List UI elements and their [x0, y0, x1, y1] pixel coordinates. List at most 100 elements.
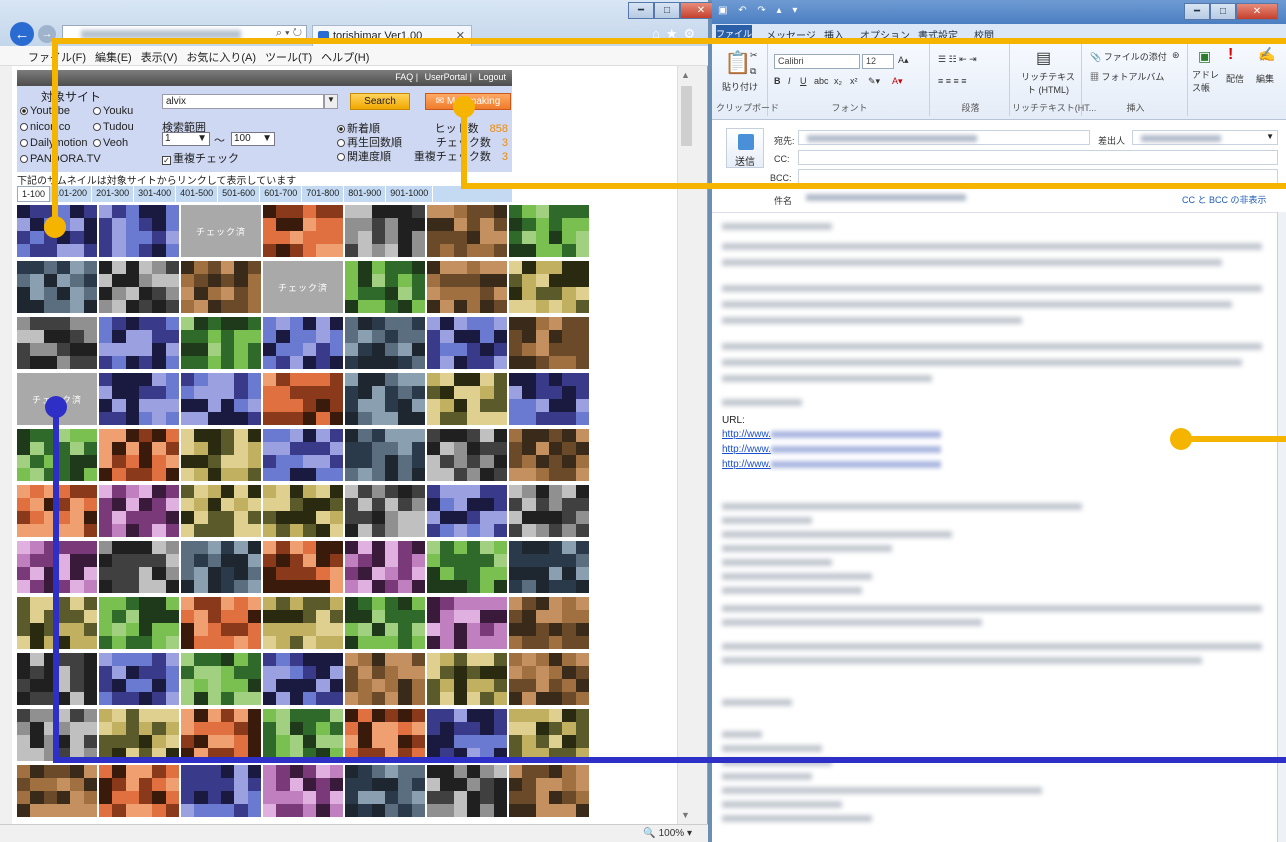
menu-view[interactable]: 表示(V) [141, 49, 178, 65]
page-tab[interactable]: 801-900 [344, 186, 387, 202]
video-thumbnail[interactable] [181, 541, 261, 593]
video-thumbnail[interactable] [99, 261, 179, 313]
video-thumbnail[interactable] [263, 205, 343, 257]
video-thumbnail[interactable] [181, 373, 261, 425]
richtext-icon[interactable]: ▤ [1036, 48, 1051, 68]
video-thumbnail[interactable] [99, 429, 179, 481]
video-thumbnail[interactable] [263, 373, 343, 425]
video-thumbnail[interactable] [17, 317, 97, 369]
video-thumbnail[interactable] [345, 709, 425, 761]
hide-cc-bcc-link[interactable]: CC と BCC の非表示 [1182, 193, 1267, 206]
video-thumbnail[interactable] [427, 205, 507, 257]
page-tab[interactable]: 401-500 [176, 186, 219, 202]
subscript-icon[interactable]: x₂ [834, 76, 842, 86]
video-thumbnail[interactable] [181, 429, 261, 481]
video-thumbnail[interactable] [99, 709, 179, 761]
edit-button[interactable]: 編集 [1256, 72, 1274, 85]
video-thumbnail[interactable] [427, 317, 507, 369]
address-book-button[interactable]: アドレス帳 [1192, 68, 1222, 94]
video-thumbnail[interactable] [345, 485, 425, 537]
thumbnail-checked[interactable]: チェック済 [263, 261, 343, 313]
page-tab[interactable]: 901-1000 [386, 186, 434, 202]
video-thumbnail[interactable] [263, 709, 343, 761]
keyword-input[interactable]: alvix [162, 94, 324, 109]
photo-album-button[interactable]: ▦ フォトアルバム [1090, 70, 1164, 83]
video-thumbnail[interactable] [509, 429, 589, 481]
richtext-button[interactable]: リッチテキスト (HTML) [1018, 70, 1078, 96]
mail-scrollbar[interactable] [1277, 212, 1286, 842]
bcc-field[interactable] [798, 169, 1278, 184]
video-thumbnail[interactable] [345, 653, 425, 705]
send-button[interactable]: 送信 [726, 128, 764, 168]
video-thumbnail[interactable] [509, 317, 589, 369]
subject-field[interactable] [798, 190, 1174, 205]
mail-close-button[interactable]: ✕ [1236, 3, 1278, 20]
video-thumbnail[interactable] [181, 765, 261, 817]
video-thumbnail[interactable] [509, 709, 589, 761]
font-size-select[interactable]: 12 [862, 54, 894, 69]
radio-pandoratv[interactable]: PANDORA.TV [20, 153, 101, 165]
video-thumbnail[interactable] [99, 597, 179, 649]
video-thumbnail[interactable] [509, 597, 589, 649]
infringing-link-2[interactable]: http://www. [722, 444, 941, 455]
video-thumbnail[interactable] [509, 261, 589, 313]
video-thumbnail[interactable] [99, 653, 179, 705]
menu-favorites[interactable]: お気に入り(A) [186, 49, 256, 65]
video-thumbnail[interactable] [427, 429, 507, 481]
menu-edit[interactable]: 編集(E) [95, 49, 132, 65]
video-thumbnail[interactable] [99, 317, 179, 369]
video-thumbnail[interactable] [181, 317, 261, 369]
superscript-icon[interactable]: x² [850, 76, 858, 86]
video-thumbnail[interactable] [345, 429, 425, 481]
video-thumbnail[interactable] [99, 765, 179, 817]
edit-icon[interactable]: ✍ [1258, 46, 1275, 63]
page-tab[interactable]: 301-400 [134, 186, 177, 202]
highlight-icon[interactable]: ✎▾ [868, 76, 880, 87]
range-from-select[interactable]: 1 ▼ [162, 132, 210, 146]
thumbnail-checked[interactable]: チェック済 [181, 205, 261, 257]
video-thumbnail[interactable] [427, 373, 507, 425]
scroll-down-icon[interactable]: ▼ [681, 810, 690, 820]
address-book-icon[interactable]: ▣ [1198, 48, 1211, 65]
video-thumbnail[interactable] [263, 653, 343, 705]
sort-relevance[interactable]: 関連度順 [337, 148, 391, 164]
video-thumbnail[interactable] [427, 485, 507, 537]
from-field[interactable]: ▼ [1132, 130, 1278, 145]
italic-icon[interactable]: I [788, 76, 791, 86]
cut-icon[interactable]: ✂ [750, 50, 758, 61]
font-color-icon[interactable]: A▾ [892, 76, 903, 87]
video-thumbnail[interactable] [427, 709, 507, 761]
mail-body[interactable]: URL: http://www. http://www. http://www. [712, 212, 1277, 842]
page-tab[interactable]: 1-100 [17, 186, 51, 202]
logout-link[interactable]: Logout [478, 72, 506, 82]
infringing-link-1[interactable]: http://www. [722, 429, 941, 440]
back-button[interactable]: ← [10, 22, 34, 46]
video-thumbnail[interactable] [345, 261, 425, 313]
video-thumbnail[interactable] [427, 597, 507, 649]
font-grow-icon[interactable]: A▴ [898, 55, 909, 66]
video-thumbnail[interactable] [427, 261, 507, 313]
video-thumbnail[interactable] [99, 205, 179, 257]
radio-youku[interactable]: Youku [93, 105, 133, 117]
faq-link[interactable]: FAQ [395, 72, 413, 82]
page-tab[interactable]: 601-700 [260, 186, 303, 202]
video-thumbnail[interactable] [345, 317, 425, 369]
to-field[interactable] [798, 130, 1090, 145]
video-thumbnail[interactable] [509, 205, 589, 257]
attach-file-button[interactable]: 📎 ファイルの添付 [1090, 50, 1167, 63]
video-thumbnail[interactable] [99, 541, 179, 593]
zoom-level[interactable]: 🔍 100% ▾ [643, 828, 692, 839]
video-thumbnail[interactable] [427, 653, 507, 705]
video-thumbnail[interactable] [427, 765, 507, 817]
video-thumbnail[interactable] [509, 373, 589, 425]
copy-icon[interactable]: ⧉ [750, 66, 756, 77]
radio-niconico[interactable]: niconico [20, 121, 70, 133]
video-thumbnail[interactable] [263, 429, 343, 481]
paste-label[interactable]: 貼り付け [722, 80, 758, 93]
video-thumbnail[interactable] [181, 485, 261, 537]
paste-icon[interactable]: 📋 [724, 50, 751, 76]
video-thumbnail[interactable] [345, 373, 425, 425]
video-thumbnail[interactable] [427, 541, 507, 593]
page-tab[interactable]: 501-600 [218, 186, 261, 202]
video-thumbnail[interactable] [509, 541, 589, 593]
